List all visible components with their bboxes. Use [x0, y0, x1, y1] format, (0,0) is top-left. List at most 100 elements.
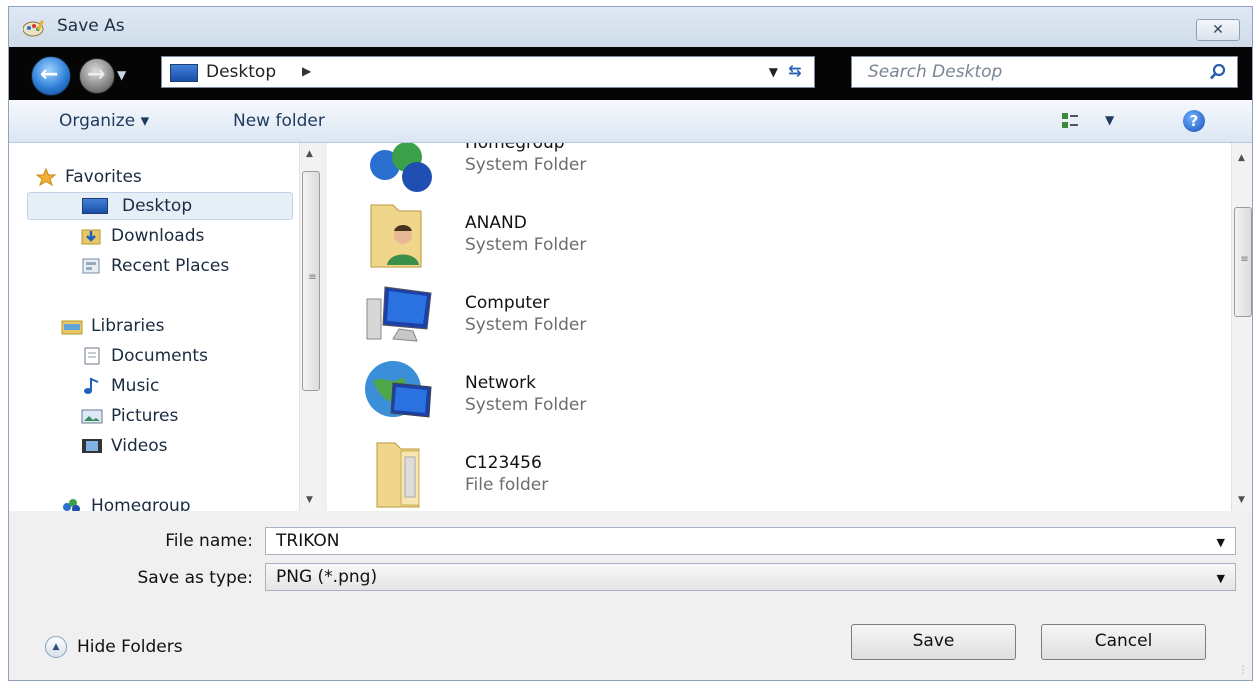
- nav-label: Recent Places: [111, 256, 230, 276]
- scroll-up-icon[interactable]: ▲: [1238, 153, 1245, 163]
- nav-item-documents[interactable]: Documents: [81, 342, 208, 370]
- file-name-value[interactable]: TRIKON: [276, 531, 340, 551]
- nav-item-desktop[interactable]: Desktop: [27, 192, 293, 220]
- forward-button[interactable]: →: [79, 58, 115, 94]
- nav-item-pictures[interactable]: Pictures: [81, 402, 178, 430]
- computer-icon: [366, 286, 432, 342]
- videos-icon: [82, 439, 102, 453]
- forward-arrow-icon: →: [87, 62, 106, 87]
- new-folder-button[interactable]: New folder: [233, 111, 325, 131]
- save-button[interactable]: Save: [851, 624, 1016, 660]
- hide-folders-button[interactable]: ▲ Hide Folders: [45, 636, 183, 658]
- grip-icon: ≡: [308, 272, 317, 283]
- star-icon: [35, 168, 57, 186]
- music-icon: [84, 377, 99, 394]
- nav-label: Favorites: [65, 167, 142, 187]
- file-name: Network: [465, 373, 536, 393]
- network-icon: [365, 361, 432, 418]
- close-button[interactable]: ✕: [1196, 19, 1240, 41]
- nav-label: Homegroup: [91, 496, 191, 511]
- list-item[interactable]: Homegroup System Folder: [363, 143, 963, 203]
- nav-item-favorites[interactable]: Favorites: [35, 163, 295, 191]
- scroll-down-icon[interactable]: ▼: [306, 495, 313, 505]
- nav-label: Pictures: [111, 406, 179, 426]
- pictures-icon: [81, 409, 103, 424]
- file-type: System Folder: [465, 315, 587, 335]
- file-name-dropdown-icon[interactable]: ▼: [1217, 536, 1225, 549]
- nav-item-downloads[interactable]: Downloads: [81, 222, 204, 250]
- hide-folders-label: Hide Folders: [77, 637, 183, 657]
- nav-label: Documents: [111, 346, 208, 366]
- list-item[interactable]: Computer System Folder: [363, 279, 963, 351]
- downloads-icon: [81, 229, 101, 245]
- recent-places-icon: [82, 258, 100, 274]
- address-toolbar: ← → ▼ Desktop ▶ ▼ ⇆ Search Desktop: [9, 47, 1252, 100]
- close-icon: ✕: [1212, 22, 1224, 38]
- desktop-icon: [82, 198, 108, 214]
- address-dropdown-icon[interactable]: ▼: [769, 65, 778, 79]
- save-as-type-value: PNG (*.png): [276, 567, 378, 587]
- chevron-up-icon: ▲: [45, 636, 67, 658]
- address-field[interactable]: Desktop ▶ ▼ ⇆: [161, 56, 815, 88]
- search-icon[interactable]: [1209, 63, 1227, 81]
- nav-label: Videos: [111, 436, 168, 456]
- scroll-up-icon[interactable]: ▲: [306, 149, 313, 159]
- nav-scroll-thumb[interactable]: ≡: [302, 171, 320, 391]
- file-name-label: File name:: [165, 531, 253, 551]
- scroll-down-icon[interactable]: ▼: [1238, 495, 1245, 505]
- resize-grip-icon[interactable]: ⋮: [1238, 665, 1248, 676]
- back-arrow-icon: ←: [40, 62, 59, 87]
- paint-app-icon: [23, 20, 44, 37]
- folder-icon: [376, 442, 420, 508]
- grip-icon: ≡: [1240, 254, 1249, 265]
- organize-button[interactable]: Organize ▾: [59, 111, 149, 131]
- save-as-type-select[interactable]: PNG (*.png) ▼: [265, 563, 1236, 591]
- cancel-button[interactable]: Cancel: [1041, 624, 1206, 660]
- nav-item-homegroup[interactable]: Homegroup: [61, 492, 191, 511]
- file-name: ANAND: [465, 213, 527, 233]
- title-bar: Save As ✕: [9, 7, 1252, 47]
- file-type: System Folder: [465, 395, 587, 415]
- help-icon[interactable]: ?: [1183, 110, 1205, 132]
- navigation-pane: Favorites Desktop Downloads Recent Place…: [9, 143, 322, 511]
- list-item[interactable]: Network System Folder: [363, 359, 963, 431]
- file-list-scrollbar[interactable]: ▲ ≡ ▼: [1231, 143, 1252, 511]
- homegroup-icon: [370, 143, 432, 192]
- file-name-input[interactable]: TRIKON ▼: [265, 527, 1236, 555]
- file-list: Homegroup System Folder ANAND System Fol…: [327, 143, 1252, 511]
- nav-scrollbar[interactable]: ▲ ≡ ▼: [299, 143, 322, 511]
- refresh-icon[interactable]: ⇆: [782, 61, 808, 83]
- change-view-icon[interactable]: [1061, 112, 1079, 130]
- nav-label: Music: [111, 376, 160, 396]
- save-as-dialog: Save As ✕ ← → ▼ Desktop ▶ ▼ ⇆ Search Des…: [8, 6, 1253, 681]
- desktop-icon: [170, 64, 198, 82]
- back-button[interactable]: ←: [31, 56, 71, 96]
- search-placeholder: Search Desktop: [868, 62, 1003, 82]
- history-dropdown-icon[interactable]: ▼: [117, 68, 126, 82]
- file-list-scroll-thumb[interactable]: ≡: [1234, 207, 1252, 317]
- homegroup-icon: [63, 499, 80, 511]
- view-dropdown-icon[interactable]: ▼: [1105, 113, 1114, 127]
- list-item[interactable]: ANAND System Folder: [363, 199, 963, 271]
- file-type: System Folder: [465, 235, 587, 255]
- save-as-type-label: Save as type:: [137, 568, 253, 588]
- nav-item-music[interactable]: Music: [81, 372, 159, 400]
- file-name: C123456: [465, 453, 542, 473]
- address-location[interactable]: Desktop: [206, 62, 276, 82]
- nav-label: Downloads: [111, 226, 205, 246]
- nav-item-recent-places[interactable]: Recent Places: [81, 252, 229, 280]
- file-type: File folder: [465, 475, 549, 495]
- file-type: System Folder: [465, 155, 587, 175]
- file-name: Computer: [465, 293, 550, 313]
- command-toolbar: Organize ▾ New folder ▼ ?: [9, 100, 1252, 143]
- chevron-down-icon[interactable]: ▼: [1217, 572, 1225, 585]
- nav-item-videos[interactable]: Videos: [81, 432, 168, 460]
- search-field[interactable]: Search Desktop: [851, 56, 1238, 88]
- documents-icon: [84, 347, 100, 365]
- window-title: Save As: [57, 16, 125, 36]
- list-item[interactable]: C123456 File folder: [363, 439, 963, 511]
- breadcrumb-chevron-icon[interactable]: ▶: [302, 64, 311, 78]
- user-folder-icon: [370, 204, 422, 268]
- nav-label: Desktop: [122, 196, 193, 216]
- nav-item-libraries[interactable]: Libraries: [61, 312, 164, 340]
